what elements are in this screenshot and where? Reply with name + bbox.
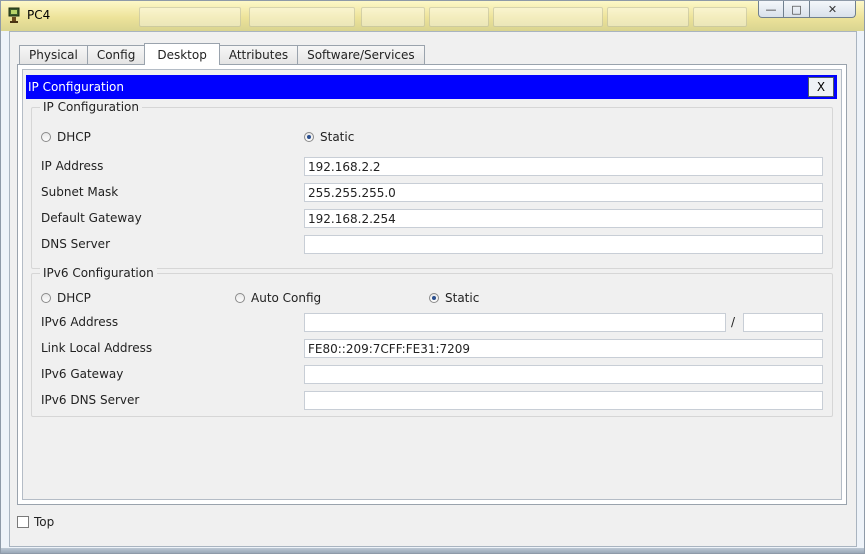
ip-configuration-group-title: IP Configuration bbox=[40, 100, 142, 114]
background-ghost-button bbox=[139, 7, 241, 27]
close-dialog-label: X bbox=[816, 80, 826, 94]
ipv4-dhcp-label: DHCP bbox=[57, 130, 91, 144]
radio-unselected-icon bbox=[235, 293, 245, 303]
ipv6-static-radio[interactable]: Static bbox=[429, 291, 479, 305]
ipv4-static-label: Static bbox=[320, 130, 355, 144]
ip-configuration-group: IP Configuration DHCP Static IP Address … bbox=[31, 100, 833, 269]
ipv6-gateway-input[interactable] bbox=[304, 365, 823, 384]
ip-address-input[interactable] bbox=[304, 157, 823, 176]
tab-software-services[interactable]: Software/Services bbox=[297, 45, 425, 64]
minimize-button[interactable]: — bbox=[758, 1, 784, 18]
default-gateway-input[interactable] bbox=[304, 209, 823, 228]
desktop-tab-panel: IP Configuration X IP Configuration DHCP… bbox=[17, 64, 847, 505]
close-icon: ✕ bbox=[827, 2, 838, 16]
window-controls: — □ ✕ bbox=[758, 1, 856, 21]
radio-selected-icon bbox=[304, 132, 314, 142]
tab-config[interactable]: Config bbox=[86, 45, 146, 64]
subnet-mask-input[interactable] bbox=[304, 183, 823, 202]
default-gateway-label: Default Gateway bbox=[41, 211, 142, 225]
pc4-window: PC4 — □ ✕ Physical Config Desktop Attrib… bbox=[0, 0, 865, 554]
link-local-address-input[interactable] bbox=[304, 339, 823, 358]
radio-unselected-icon bbox=[41, 132, 51, 142]
ip-address-label: IP Address bbox=[41, 159, 104, 173]
background-ghost-button bbox=[429, 7, 489, 27]
ipv6-auto-config-radio[interactable]: Auto Config bbox=[235, 291, 321, 305]
ipv6-configuration-group-title: IPv6 Configuration bbox=[40, 266, 157, 280]
maximize-icon: □ bbox=[791, 2, 802, 16]
ip-configuration-app: IP Configuration X IP Configuration DHCP… bbox=[22, 69, 842, 500]
tab-attributes[interactable]: Attributes bbox=[218, 45, 299, 64]
background-ghost-button bbox=[693, 7, 747, 27]
ipv6-dns-server-label: IPv6 DNS Server bbox=[41, 393, 140, 407]
ipv6-prefix-length-input[interactable] bbox=[743, 313, 823, 332]
checkbox-unchecked-icon bbox=[17, 516, 29, 528]
ipv6-gateway-label: IPv6 Gateway bbox=[41, 367, 124, 381]
ipv6-address-input[interactable] bbox=[304, 313, 726, 332]
ipv6-dhcp-label: DHCP bbox=[57, 291, 91, 305]
dns-server-input[interactable] bbox=[304, 235, 823, 254]
ipv6-static-label: Static bbox=[445, 291, 480, 305]
dns-server-label: DNS Server bbox=[41, 237, 110, 251]
client-area: Physical Config Desktop Attributes Softw… bbox=[9, 31, 857, 547]
ipv4-dhcp-radio[interactable]: DHCP bbox=[41, 130, 91, 144]
link-local-address-label: Link Local Address bbox=[41, 341, 153, 355]
title-bar[interactable]: PC4 — □ ✕ bbox=[1, 1, 864, 31]
window-title: PC4 bbox=[27, 8, 51, 22]
ipv6-address-label: IPv6 Address bbox=[41, 315, 119, 329]
ipv6-dhcp-radio[interactable]: DHCP bbox=[41, 291, 91, 305]
subnet-mask-label: Subnet Mask bbox=[41, 185, 119, 199]
ipv6-auto-config-label: Auto Config bbox=[251, 291, 322, 305]
tab-physical[interactable]: Physical bbox=[19, 45, 88, 64]
background-ghost-button bbox=[493, 7, 603, 27]
background-ghost-button bbox=[607, 7, 689, 27]
minimize-icon: — bbox=[765, 2, 777, 16]
dialog-header: IP Configuration X bbox=[26, 75, 837, 99]
pc-device-icon bbox=[8, 7, 20, 23]
radio-unselected-icon bbox=[41, 293, 51, 303]
close-window-button[interactable]: ✕ bbox=[810, 1, 856, 18]
tab-desktop[interactable]: Desktop bbox=[144, 43, 220, 65]
tab-bar: Physical Config Desktop Attributes Softw… bbox=[19, 43, 425, 65]
background-ghost-button bbox=[361, 7, 425, 27]
close-dialog-button[interactable]: X bbox=[808, 77, 834, 97]
top-checkbox[interactable]: Top bbox=[17, 515, 54, 529]
radio-selected-icon bbox=[429, 293, 439, 303]
dialog-title: IP Configuration bbox=[28, 80, 124, 94]
top-checkbox-label: Top bbox=[34, 515, 55, 529]
maximize-button[interactable]: □ bbox=[784, 1, 810, 18]
prefix-separator: / bbox=[731, 315, 736, 329]
ipv4-static-radio[interactable]: Static bbox=[304, 130, 354, 144]
ipv6-dns-server-input[interactable] bbox=[304, 391, 823, 410]
ipv6-configuration-group: IPv6 Configuration DHCP Auto Config Stat… bbox=[31, 266, 833, 417]
taskbar-edge bbox=[1, 548, 864, 553]
background-ghost-button bbox=[249, 7, 355, 27]
